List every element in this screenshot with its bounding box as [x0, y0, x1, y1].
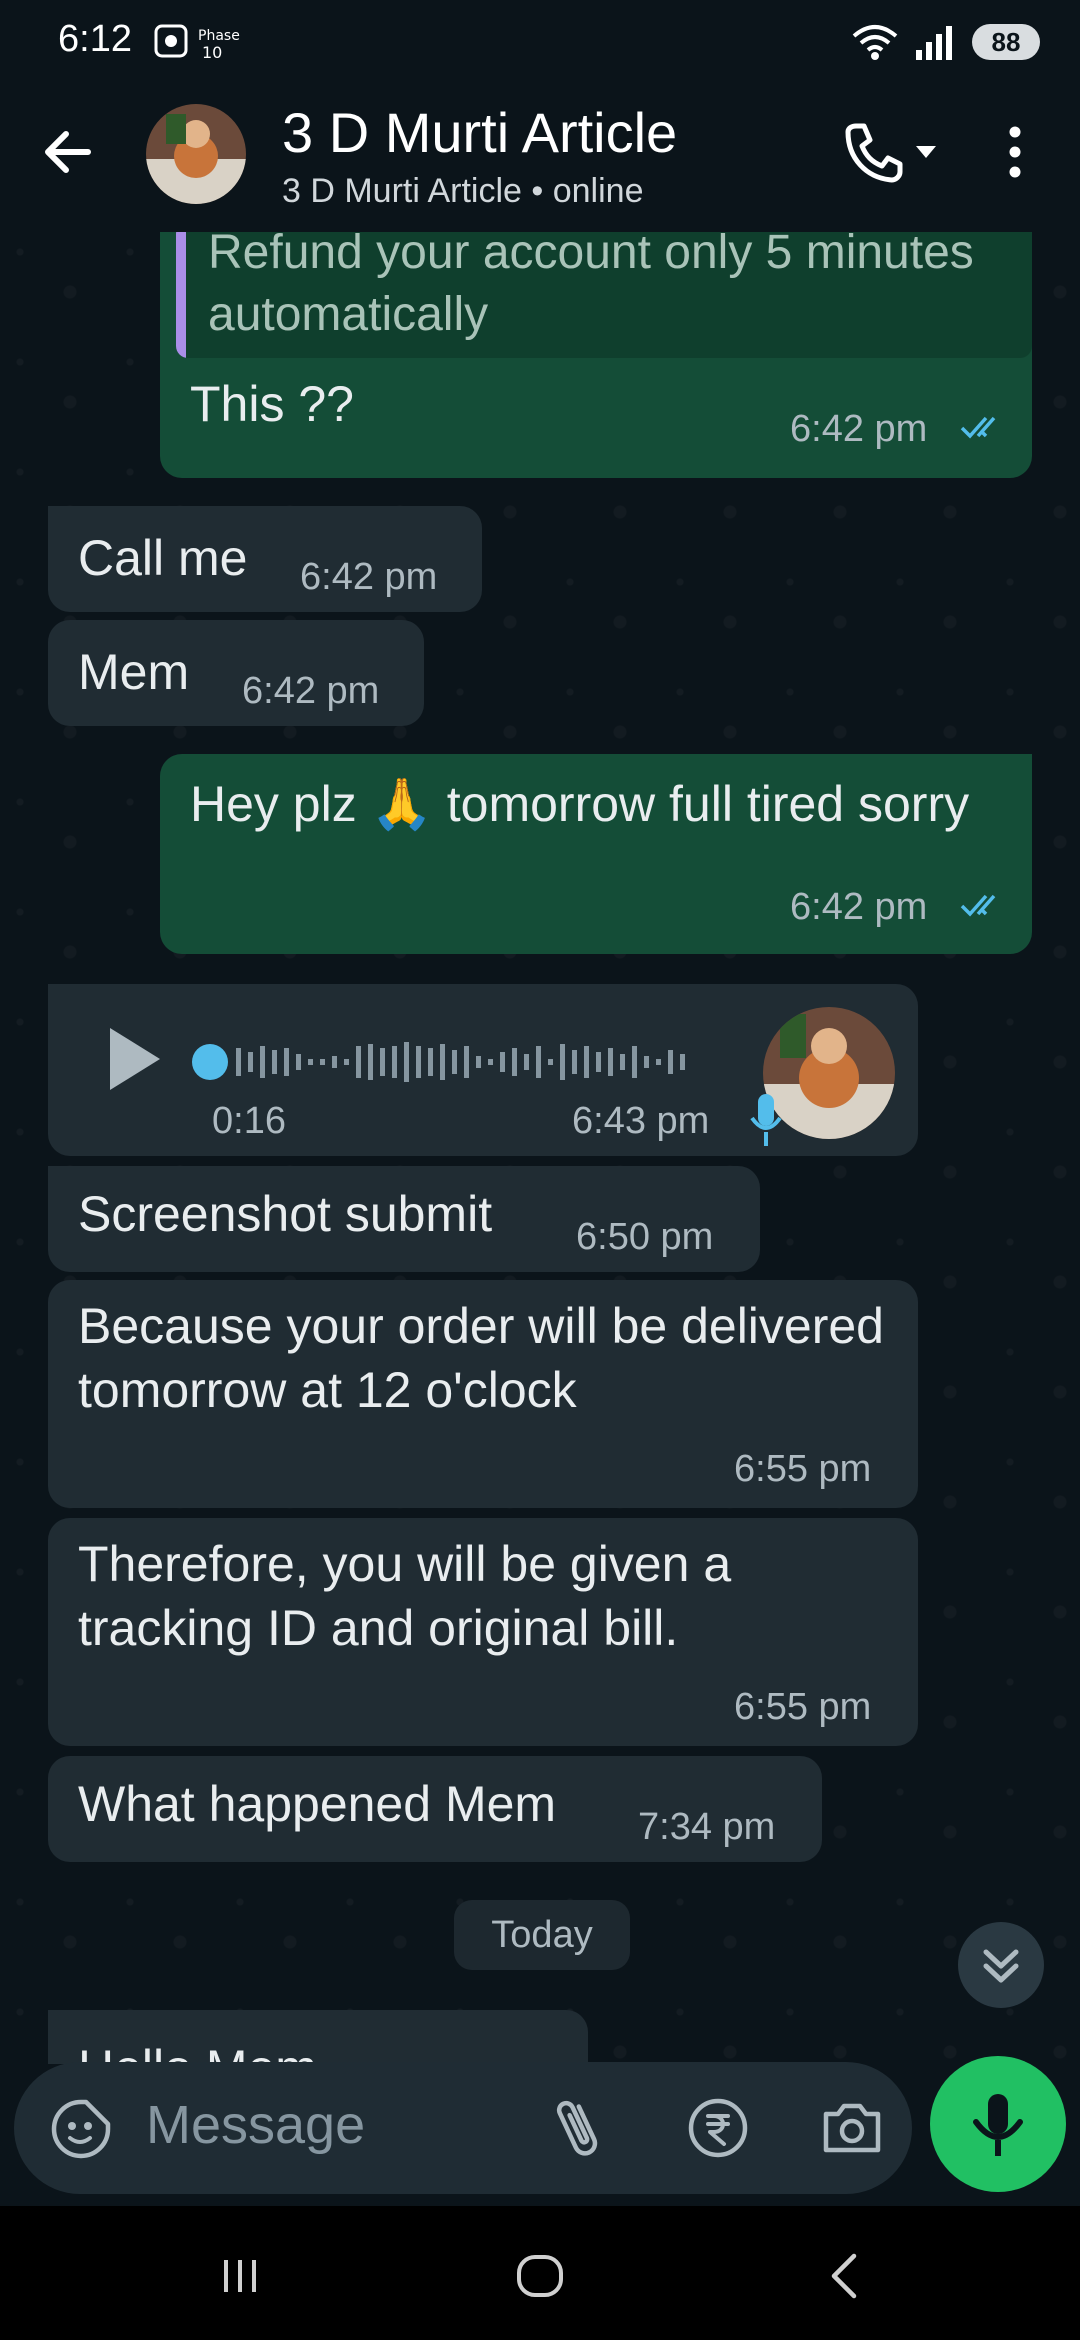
- paperclip-icon[interactable]: [550, 2094, 610, 2162]
- quote-accent-bar: [176, 232, 186, 358]
- read-receipt-icon: [960, 894, 996, 917]
- read-receipt-icon: [960, 416, 996, 439]
- message-time: 6:42 pm: [790, 408, 928, 450]
- quoted-message[interactable]: Refund your account only 5 minutes autom…: [176, 232, 1032, 358]
- contact-avatar[interactable]: [146, 104, 246, 204]
- message-time: 6:55 pm: [734, 1686, 872, 1728]
- message-time: 6:42 pm: [242, 670, 380, 712]
- message-text: Screenshot submit: [78, 1186, 493, 1242]
- nav-back-icon[interactable]: [816, 2246, 876, 2306]
- more-vertical-icon[interactable]: [990, 120, 1040, 184]
- play-icon[interactable]: [104, 1024, 164, 1094]
- message-time: 6:55 pm: [734, 1448, 872, 1490]
- message-time: 7:34 pm: [638, 1806, 776, 1848]
- chat-header: 3 D Murti Article 3 D Murti Article • on…: [0, 80, 1080, 232]
- recent-apps-icon[interactable]: [210, 2246, 270, 2306]
- message-bubble-outgoing[interactable]: Refund your account only 5 minutes autom…: [160, 232, 1032, 478]
- message-bubble-incoming[interactable]: Hello Mem: [48, 2010, 588, 2064]
- message-list[interactable]: Refund your account only 5 minutes autom…: [0, 232, 1080, 2064]
- double-chevron-down-icon: [983, 1949, 1019, 1983]
- date-divider: Today: [454, 1900, 630, 1970]
- message-text: Hey plz 🙏 tomorrow full tired sorry: [190, 776, 970, 832]
- camera-icon[interactable]: [820, 2098, 884, 2158]
- message-time: 6:43 pm: [572, 1100, 710, 1142]
- message-time: 6:42 pm: [300, 556, 438, 598]
- voice-message-bubble[interactable]: 0:16 6:43 pm: [48, 984, 918, 1156]
- svg-text:10: 10: [202, 43, 222, 62]
- status-time: 6:12: [58, 18, 132, 60]
- message-bubble-incoming[interactable]: Mem 6:42 pm: [48, 620, 424, 726]
- screen-record-icon: Phase 10: [154, 24, 240, 62]
- message-bubble-incoming[interactable]: Call me 6:42 pm: [48, 506, 482, 612]
- arrow-left-icon[interactable]: [36, 120, 100, 184]
- svg-text:Phase: Phase: [198, 28, 240, 44]
- voice-waveform[interactable]: [190, 1032, 780, 1092]
- message-bubble-incoming[interactable]: Therefore, you will be given a tracking …: [48, 1518, 918, 1746]
- battery-indicator: 88: [972, 24, 1040, 60]
- sticker-icon[interactable]: [50, 2098, 112, 2160]
- message-composer[interactable]: Message: [14, 2062, 912, 2194]
- status-icons: 88: [850, 20, 1040, 64]
- mic-icon: [750, 1094, 782, 1146]
- status-bar: 6:12 Phase 10 88: [0, 0, 1080, 80]
- message-bubble-incoming[interactable]: What happened Mem 7:34 pm: [48, 1756, 822, 1862]
- voice-record-button[interactable]: [930, 2056, 1066, 2192]
- message-text: This ??: [190, 376, 354, 432]
- message-text: Therefore, you will be given a tracking …: [78, 1536, 732, 1656]
- message-text: Mem: [78, 644, 190, 700]
- contact-status: 3 D Murti Article • online: [282, 172, 644, 210]
- signal-icon: [916, 26, 952, 60]
- message-bubble-incoming[interactable]: Because your order will be delivered tom…: [48, 1280, 918, 1508]
- rupee-icon[interactable]: [686, 2096, 750, 2160]
- message-time: 6:42 pm: [790, 886, 928, 928]
- message-time: 6:50 pm: [576, 1216, 714, 1258]
- voice-duration: 0:16: [212, 1100, 286, 1142]
- message-bubble-incoming[interactable]: Screenshot submit 6:50 pm: [48, 1166, 760, 1272]
- message-bubble-outgoing[interactable]: Hey plz 🙏 tomorrow full tired sorry 6:42…: [160, 754, 1032, 954]
- scroll-to-bottom-button[interactable]: [958, 1922, 1044, 2008]
- message-text: What happened Mem: [78, 1776, 557, 1832]
- message-text: Because your order will be delivered tom…: [78, 1298, 884, 1418]
- message-input[interactable]: Message: [146, 2094, 365, 2156]
- phone-icon[interactable]: [838, 120, 938, 184]
- home-icon[interactable]: [510, 2246, 570, 2306]
- wifi-icon: [852, 25, 898, 60]
- contact-name[interactable]: 3 D Murti Article: [282, 100, 677, 165]
- quoted-text: Refund your account only 5 minutes autom…: [208, 232, 974, 341]
- message-text: Hello Mem: [78, 2036, 317, 2064]
- message-text: Call me: [78, 530, 248, 586]
- system-navigation-bar: [0, 2206, 1080, 2340]
- mic-icon: [973, 2094, 1023, 2156]
